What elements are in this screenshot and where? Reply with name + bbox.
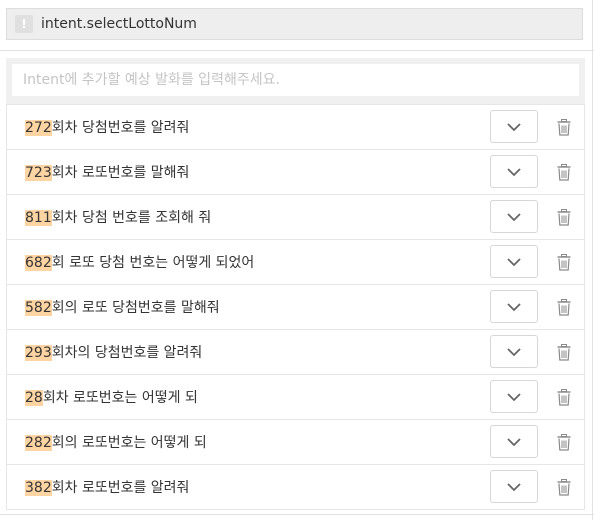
expand-button[interactable] <box>490 110 538 143</box>
utterance-input-container <box>6 58 585 104</box>
trash-icon <box>557 163 571 181</box>
intent-name: intent.selectLottoNum <box>41 16 197 32</box>
chevron-down-icon <box>507 437 521 446</box>
utterance-list: 272회차 당첨번호를 알려줘 723회차 로또번호를 말해줘 811회차 당첨… <box>6 104 585 510</box>
slot-value-highlight[interactable]: 582 <box>25 300 52 316</box>
intent-editor-panel: ! intent.selectLottoNum 272회차 당첨번호를 알려줘 <box>0 0 594 520</box>
utterance-text: 272회차 당첨번호를 알려줘 <box>25 117 189 137</box>
utterance-row: 582회의 로또 당첨번호를 말해줘 <box>7 284 584 329</box>
utterance-row: 682회 로또 당첨 번호는 어떻게 되었어 <box>7 239 584 284</box>
intent-badge-icon: ! <box>15 15 33 33</box>
slot-value-highlight[interactable]: 682 <box>25 255 52 271</box>
slot-value-highlight[interactable]: 382 <box>25 480 52 496</box>
utterance-row: 382회차 로또번호를 알려줘 <box>7 464 584 509</box>
chevron-down-icon <box>507 482 521 491</box>
intent-header: ! intent.selectLottoNum <box>6 8 583 40</box>
chevron-down-icon <box>507 347 521 356</box>
utterance-row: 28회차 로또번호는 어떻게 되 <box>7 374 584 419</box>
trash-icon <box>557 343 571 361</box>
trash-icon <box>557 433 571 451</box>
trash-icon <box>557 208 571 226</box>
slot-value-highlight[interactable]: 272 <box>25 120 52 136</box>
divider <box>0 514 594 515</box>
utterance-rest-text: 회 로또 당첨 번호는 어떻게 되었어 <box>51 255 255 271</box>
delete-button[interactable] <box>556 433 572 451</box>
utterance-rest-text: 회차 당첨번호를 알려줘 <box>51 120 190 136</box>
slot-value-highlight[interactable]: 723 <box>25 165 52 181</box>
delete-button[interactable] <box>556 163 572 181</box>
slot-value-highlight[interactable]: 28 <box>25 390 43 406</box>
expand-button[interactable] <box>490 425 538 458</box>
utterance-rest-text: 회차 로또번호를 말해줘 <box>51 165 190 181</box>
utterance-row: 293회차의 당첨번호를 알려줘 <box>7 329 584 374</box>
utterance-text: 293회차의 당첨번호를 알려줘 <box>25 342 202 362</box>
utterance-row: 723회차 로또번호를 말해줘 <box>7 149 584 194</box>
utterance-rest-text: 회차 당첨 번호를 조회해 줘 <box>51 210 212 226</box>
delete-button[interactable] <box>556 343 572 361</box>
utterance-rest-text: 회차의 당첨번호를 알려줘 <box>51 345 203 361</box>
delete-button[interactable] <box>556 118 572 136</box>
expand-button[interactable] <box>490 335 538 368</box>
utterance-rest-text: 회차 로또번호를 알려줘 <box>51 480 190 496</box>
slot-value-highlight[interactable]: 282 <box>25 435 52 451</box>
utterance-row: 282회의 로또번호는 어떻게 되 <box>7 419 584 464</box>
utterance-rest-text: 회의 로또번호는 어떻게 되 <box>51 435 207 451</box>
utterance-text: 382회차 로또번호를 알려줘 <box>25 477 189 497</box>
expand-button[interactable] <box>490 200 538 233</box>
utterance-text: 723회차 로또번호를 말해줘 <box>25 162 189 182</box>
utterance-text: 582회의 로또 당첨번호를 말해줘 <box>25 297 220 317</box>
chevron-down-icon <box>507 122 521 131</box>
trash-icon <box>557 388 571 406</box>
delete-button[interactable] <box>556 253 572 271</box>
chevron-down-icon <box>507 212 521 221</box>
utterance-text: 28회차 로또번호는 어떻게 되 <box>25 387 198 407</box>
expand-button[interactable] <box>490 245 538 278</box>
utterance-rest-text: 회의 로또 당첨번호를 말해줘 <box>51 300 220 316</box>
slot-value-highlight[interactable]: 811 <box>25 210 52 226</box>
chevron-down-icon <box>507 302 521 311</box>
chevron-down-icon <box>507 257 521 266</box>
utterance-text: 811회차 당첨 번호를 조회해 줘 <box>25 207 211 227</box>
utterance-text: 682회 로또 당첨 번호는 어떻게 되었어 <box>25 252 254 272</box>
expand-button[interactable] <box>490 155 538 188</box>
trash-icon <box>557 298 571 316</box>
chevron-down-icon <box>507 167 521 176</box>
divider <box>0 50 594 51</box>
slot-value-highlight[interactable]: 293 <box>25 345 52 361</box>
delete-button[interactable] <box>556 208 572 226</box>
utterance-rest-text: 회차 로또번호는 어떻게 되 <box>42 390 198 406</box>
utterance-text: 282회의 로또번호는 어떻게 되 <box>25 432 207 452</box>
expand-button[interactable] <box>490 470 538 503</box>
chevron-down-icon <box>507 392 521 401</box>
utterance-row: 811회차 당첨 번호를 조회해 줘 <box>7 194 584 239</box>
trash-icon <box>557 253 571 271</box>
delete-button[interactable] <box>556 388 572 406</box>
expand-button[interactable] <box>490 380 538 413</box>
expand-button[interactable] <box>490 290 538 323</box>
trash-icon <box>557 118 571 136</box>
utterance-row: 272회차 당첨번호를 알려줘 <box>7 104 584 149</box>
delete-button[interactable] <box>556 478 572 496</box>
trash-icon <box>557 478 571 496</box>
utterance-input[interactable] <box>12 64 579 96</box>
delete-button[interactable] <box>556 298 572 316</box>
